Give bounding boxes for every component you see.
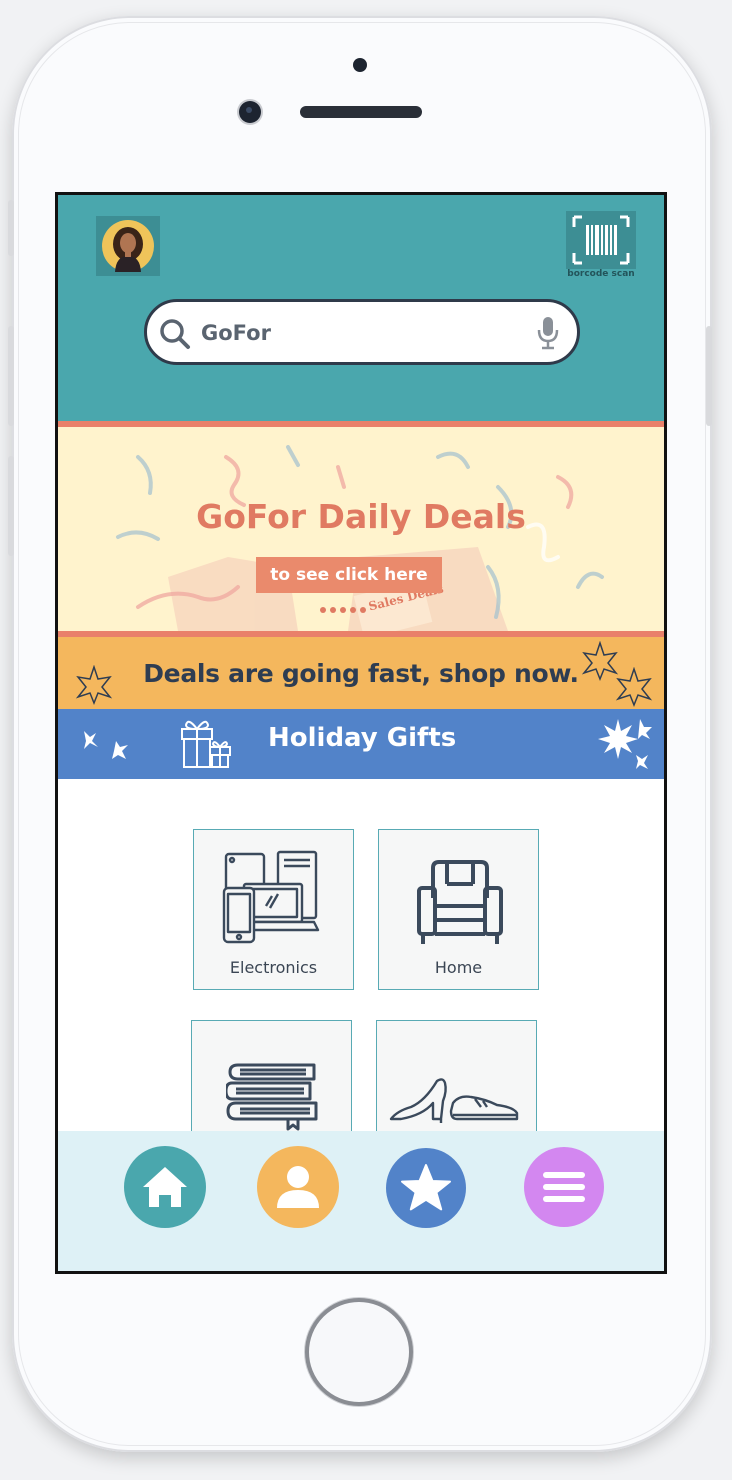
avatar-photo (102, 220, 154, 272)
nav-favorites-button[interactable] (386, 1148, 466, 1228)
front-camera (239, 101, 261, 123)
banner-cta-button[interactable]: to see click here (256, 557, 442, 593)
deals-strip-text: Deals are going fast, shop now. (143, 658, 579, 688)
app-screen: borcode scan GoFor Sales Deals GoFor Dai… (55, 192, 667, 1274)
category-label: Electronics (229, 958, 318, 977)
deals-strip[interactable]: Deals are going fast, shop now. (58, 637, 664, 709)
armchair-icon (417, 860, 503, 944)
profile-icon (277, 1166, 319, 1208)
books-icon (226, 1063, 318, 1131)
menu-icon (543, 1172, 585, 1202)
gift-box-icon (181, 720, 231, 768)
search-input[interactable] (199, 310, 523, 356)
search-icon[interactable] (159, 318, 191, 350)
shoes-icon (389, 1078, 519, 1123)
earpiece-speaker (300, 106, 422, 118)
user-avatar[interactable] (96, 216, 160, 276)
carousel-dot[interactable] (360, 607, 366, 613)
volume-up-button (8, 326, 14, 426)
microphone-icon[interactable] (537, 316, 559, 350)
nav-profile-button[interactable] (257, 1146, 339, 1228)
category-tile-electronics[interactable]: Electronics (193, 829, 354, 990)
daily-deals-banner[interactable]: Sales Deals GoFor Daily Deals to see cli… (58, 421, 664, 637)
nav-home-button[interactable] (124, 1146, 206, 1228)
category-label: Home (434, 958, 483, 977)
silent-switch (8, 200, 14, 256)
starburst-icon (598, 719, 652, 769)
holiday-gifts-banner[interactable]: Holiday Gifts (58, 709, 664, 779)
search-bar[interactable] (144, 299, 580, 365)
carousel-dot[interactable] (320, 607, 326, 613)
star-burst-icon (615, 667, 653, 707)
carousel-dot[interactable] (330, 607, 336, 613)
category-tile-home[interactable]: Home (378, 829, 539, 990)
power-button (706, 326, 712, 426)
electronics-icon (222, 850, 320, 944)
nav-menu-button[interactable] (524, 1147, 604, 1227)
barcode-scan-button[interactable]: borcode scan (566, 211, 636, 283)
barcode-icon (566, 211, 636, 269)
carousel-dot[interactable] (340, 607, 346, 613)
home-icon (143, 1167, 187, 1207)
app-header: borcode scan (58, 195, 664, 421)
carousel-dot[interactable] (350, 607, 356, 613)
star-icon (401, 1164, 451, 1211)
star-burst-icon (75, 665, 113, 705)
carousel-dots[interactable] (320, 607, 366, 613)
phone-home-button[interactable] (305, 1298, 413, 1406)
barcode-scan-label: borcode scan (567, 269, 635, 279)
bottom-nav (58, 1131, 664, 1271)
volume-down-button (8, 456, 14, 556)
sparkle-icon (84, 731, 128, 759)
proximity-sensor (353, 58, 367, 72)
holiday-gifts-title: Holiday Gifts (268, 723, 457, 753)
banner-title: GoFor Daily Deals (196, 497, 526, 536)
